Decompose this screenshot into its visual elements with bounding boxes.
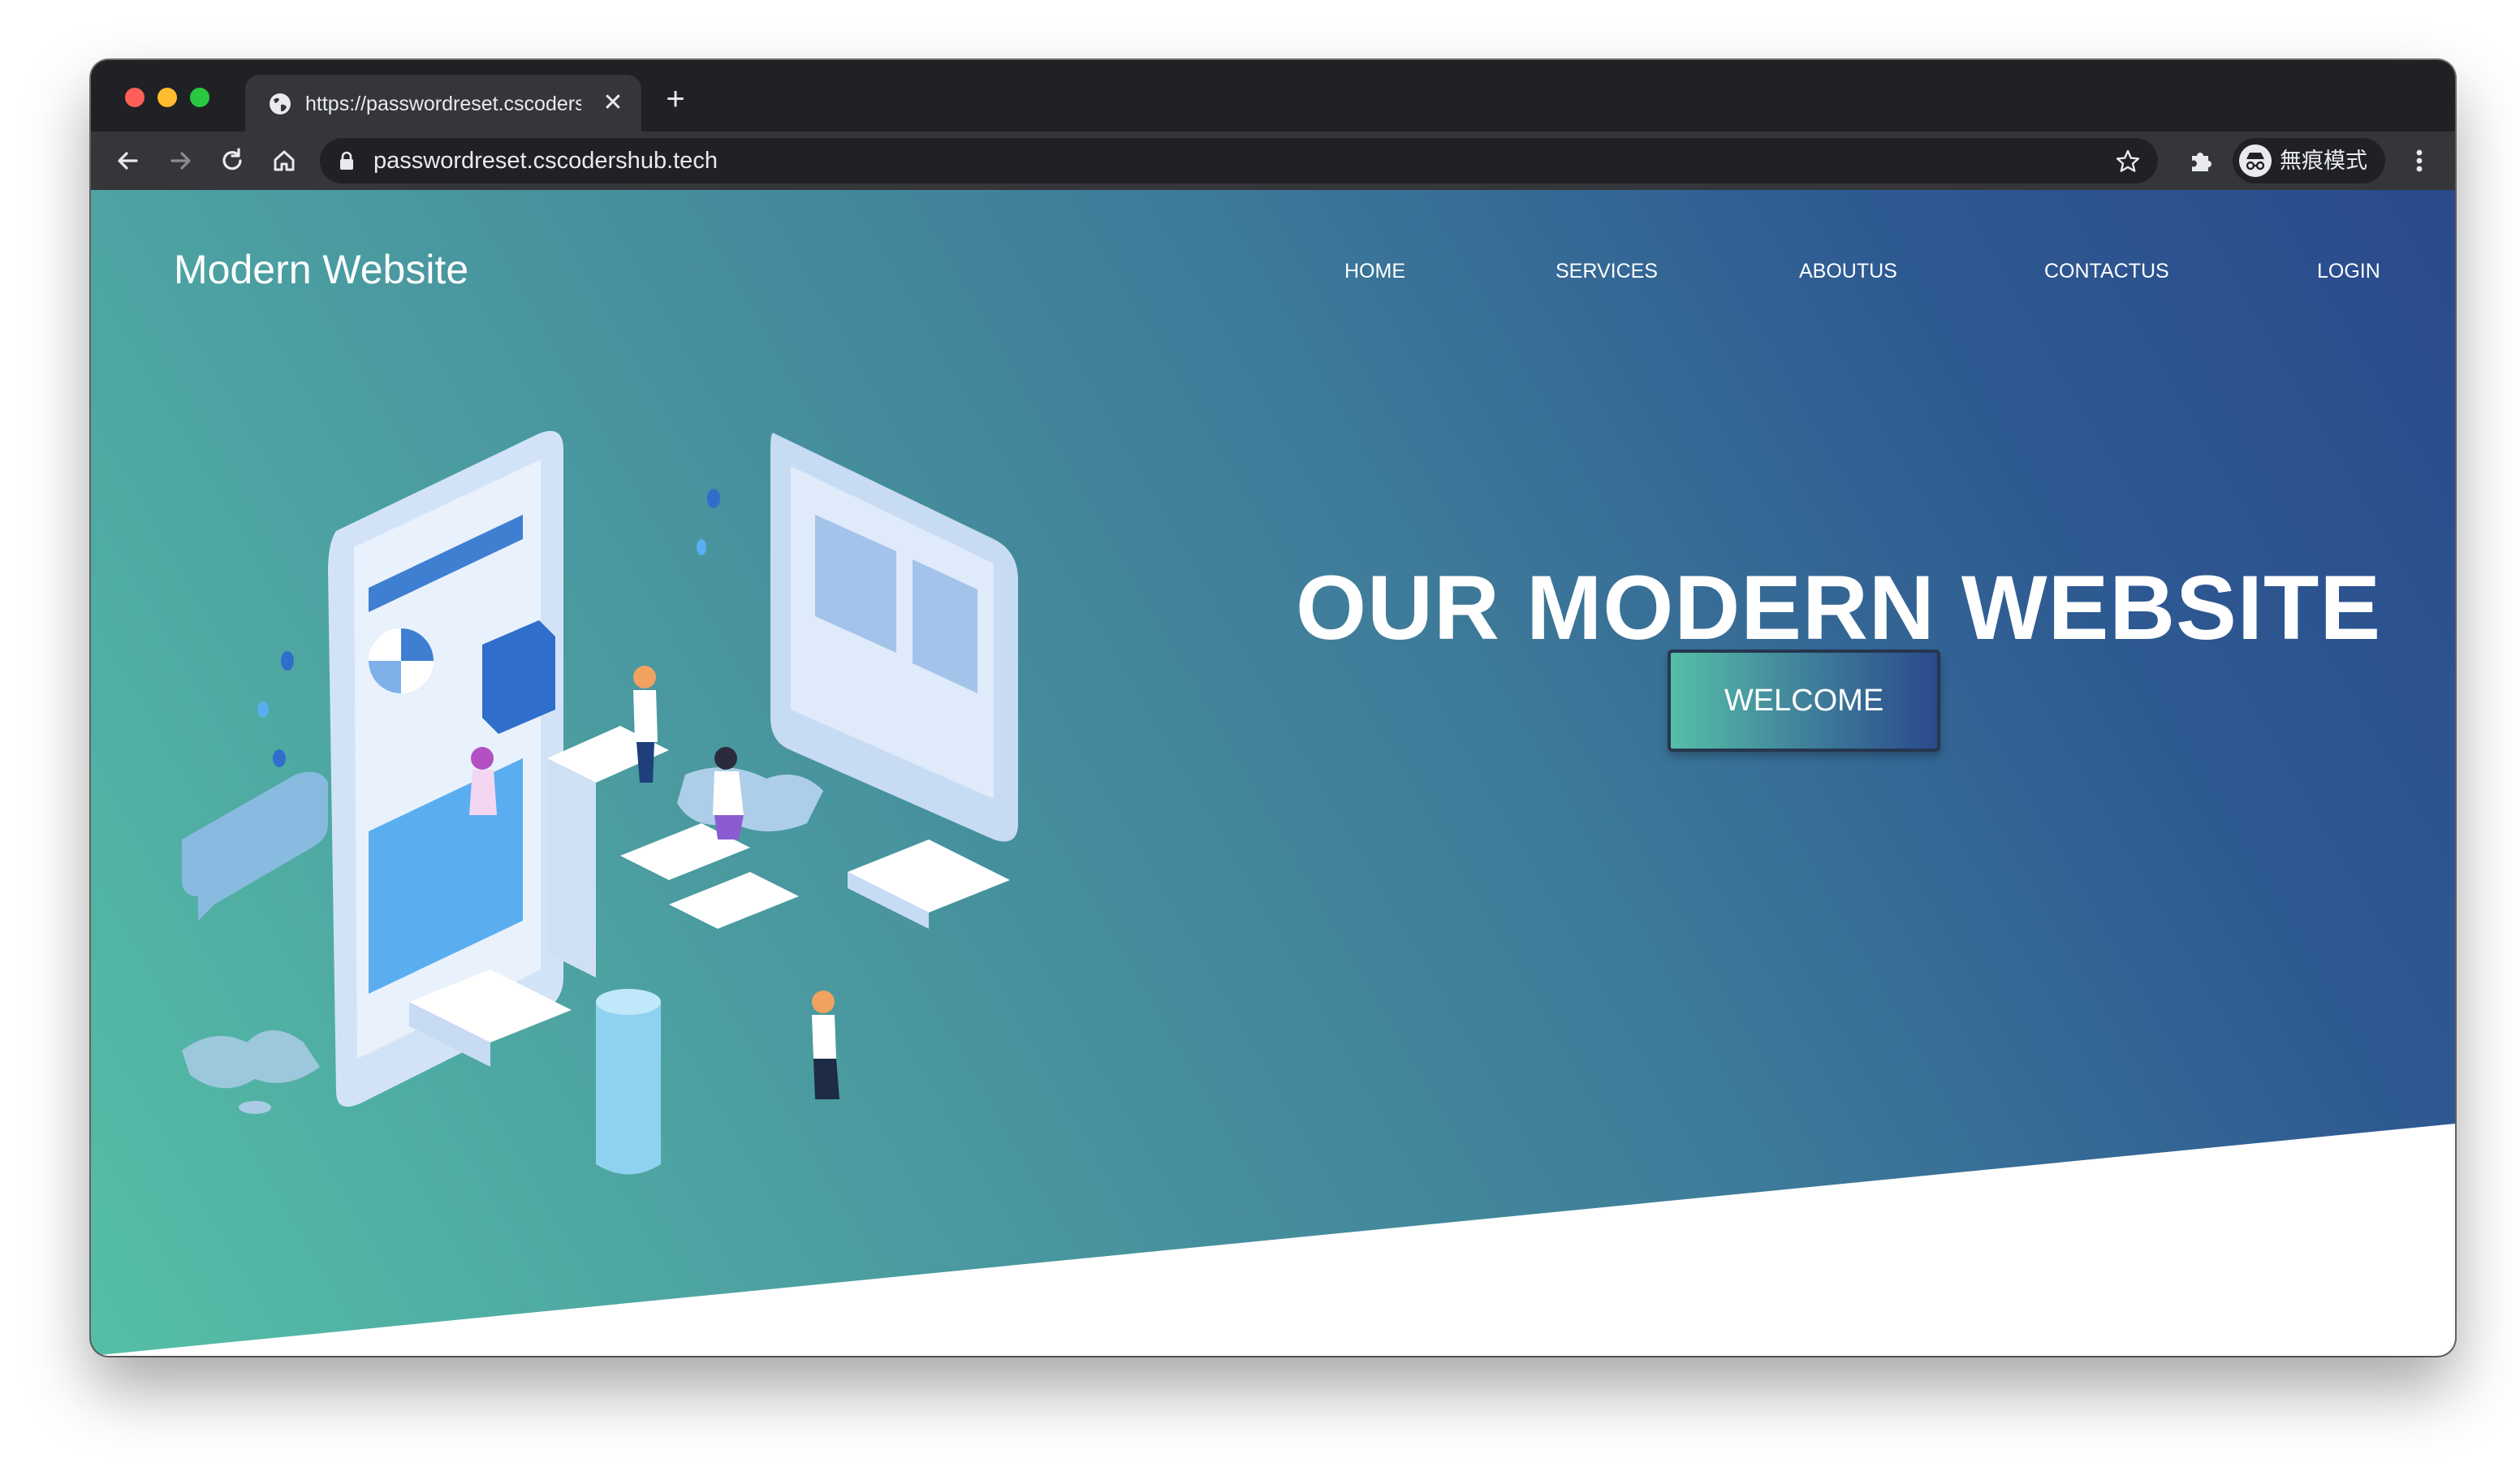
tab-strip: https://passwordreset.cscoders ✕ +	[91, 60, 2455, 132]
tab-title: https://passwordreset.cscoders	[305, 93, 581, 115]
site-logo[interactable]: Modern Website	[174, 244, 468, 296]
reload-icon[interactable]	[216, 145, 248, 177]
extensions-icon[interactable]	[2186, 145, 2218, 177]
maximize-window-button[interactable]	[190, 88, 209, 107]
incognito-profile-button[interactable]: 無痕模式	[2233, 138, 2385, 183]
tab-close-icon[interactable]: ✕	[599, 89, 627, 117]
forward-icon[interactable]	[164, 145, 196, 177]
web-page: Modern Website HOME SERVICES ABOUTUS CON…	[91, 190, 2455, 1356]
lock-icon[interactable]	[338, 151, 356, 170]
welcome-button[interactable]: WELCOME	[1668, 650, 1940, 752]
address-bar[interactable]: passwordreset.cscodershub.tech	[320, 138, 2158, 183]
browser-window: https://passwordreset.cscoders ✕ + passw…	[91, 60, 2455, 1356]
toolbar: passwordreset.cscodershub.tech 無痕模式	[91, 132, 2455, 190]
hero-illustration	[182, 430, 1018, 1175]
hero-title: OUR MODERN WEBSITE	[1296, 557, 2382, 658]
minimize-window-button[interactable]	[158, 88, 177, 107]
new-tab-button[interactable]: +	[659, 83, 692, 117]
back-icon[interactable]	[112, 145, 145, 177]
nav-services[interactable]: SERVICES	[1556, 258, 1658, 284]
menu-icon[interactable]	[2403, 145, 2436, 177]
globe-icon	[270, 93, 291, 114]
nav-home[interactable]: HOME	[1344, 258, 1405, 284]
nav-aboutus[interactable]: ABOUTUS	[1799, 258, 1897, 284]
incognito-icon	[2239, 145, 2272, 177]
tab-active[interactable]: https://passwordreset.cscoders ✕	[245, 75, 641, 132]
home-icon[interactable]	[268, 145, 300, 177]
star-icon[interactable]	[2114, 148, 2142, 175]
url-text[interactable]: passwordreset.cscodershub.tech	[373, 147, 718, 175]
close-window-button[interactable]	[125, 88, 145, 107]
nav-login[interactable]: LOGIN	[2317, 258, 2380, 284]
incognito-label: 無痕模式	[2280, 149, 2367, 173]
nav-contactus[interactable]: CONTACTUS	[2044, 258, 2169, 284]
